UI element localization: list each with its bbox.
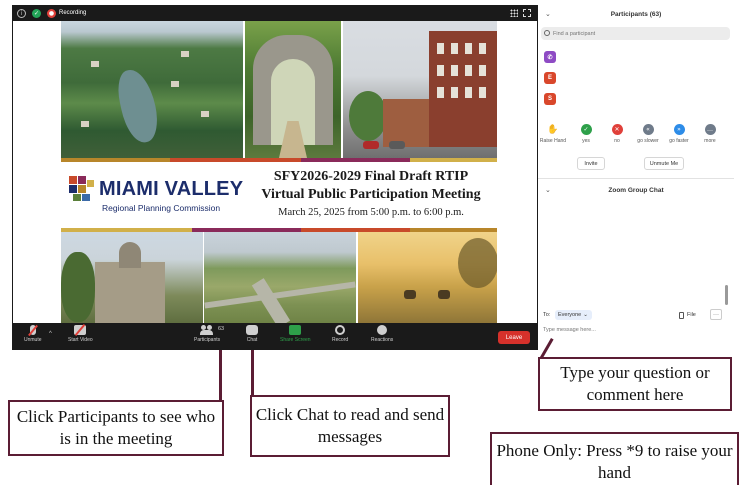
callout-pointer	[219, 350, 222, 402]
participants-panel-header: ⌄ Participants (63)	[538, 6, 734, 24]
chat-panel-header: ⌄ Zoom Group Chat	[538, 182, 734, 200]
file-icon	[679, 311, 684, 319]
rewind-icon: «	[642, 124, 654, 135]
ellipsis-icon: …	[704, 124, 716, 135]
logo-title: MIAMI VALLEY	[99, 178, 244, 200]
search-icon	[544, 30, 550, 36]
chat-message-input[interactable]	[541, 324, 726, 336]
fast-forward-icon: »	[673, 124, 685, 135]
go-slower-button[interactable]: « go slower	[633, 124, 663, 144]
no-button[interactable]: ✕ no	[602, 124, 632, 144]
yes-label: yes	[582, 138, 590, 144]
video-off-icon	[74, 323, 87, 337]
raise-hand-label: Raise Hand	[539, 138, 567, 144]
chat-panel-title: Zoom Group Chat	[608, 187, 664, 194]
reactions-label: Reactions	[371, 337, 394, 343]
phone-icon: ✆	[547, 54, 553, 61]
x-icon: ✕	[611, 124, 623, 135]
courthouse-photo	[61, 232, 203, 323]
horses-photo	[358, 232, 497, 323]
bridge-photo	[245, 21, 341, 158]
more-label: more	[704, 138, 716, 144]
to-label: To:	[543, 312, 551, 318]
no-label: no	[614, 138, 620, 144]
meeting-subtitle: Virtual Public Participation Meeting	[261, 187, 481, 202]
unmute-button[interactable]: Unmute	[24, 324, 42, 343]
phone-callout: Phone Only: Press *9 to raise your hand	[490, 432, 739, 485]
info-icon[interactable]: i	[17, 8, 26, 18]
participant-avatar[interactable]: S	[544, 93, 556, 105]
participants-icon	[200, 325, 214, 335]
question-callout: Type your question or comment here	[538, 357, 732, 411]
chat-label: Chat	[246, 337, 258, 343]
unmute-me-button[interactable]: Unmute Me	[644, 157, 684, 170]
more-button[interactable]: … more	[695, 124, 725, 144]
side-panel: ⌄ Participants (63) ✆ E S ✋ Raise Hand ✓…	[538, 0, 734, 344]
record-button[interactable]: Record	[332, 325, 348, 343]
recording-label: Recording	[59, 10, 87, 16]
file-label: File	[687, 312, 696, 318]
shield-icon[interactable]: ✓	[32, 8, 41, 18]
chat-bubble-icon	[246, 325, 258, 335]
participant-avatar[interactable]: ✆	[544, 51, 556, 63]
caret-up-icon[interactable]: ^	[49, 331, 52, 337]
recipient-value: Everyone	[558, 312, 582, 318]
panel-divider	[538, 178, 734, 179]
meeting-top-bar: i ✓ ● Recording	[12, 5, 538, 21]
meeting-date: March 25, 2025 from 5:00 p.m. to 6:00 p.…	[278, 207, 464, 218]
start-video-label: Start Video	[68, 337, 93, 343]
chevron-down-icon: ⌄	[583, 312, 588, 318]
start-video-button[interactable]: Start Video	[68, 323, 93, 343]
chat-message-area[interactable]	[538, 200, 734, 304]
participants-callout: Click Participants to see who is in the …	[8, 400, 224, 456]
meeting-title: SFY2026-2029 Final Draft RTIP	[273, 169, 469, 184]
participants-label: Participants	[194, 337, 221, 343]
recipient-select[interactable]: Everyone ⌄	[555, 310, 592, 320]
record-label: Record	[332, 337, 349, 343]
record-icon	[335, 325, 346, 335]
fullscreen-icon[interactable]	[523, 9, 531, 17]
file-button[interactable]: File	[679, 310, 696, 320]
chat-scrollbar[interactable]	[725, 285, 728, 305]
reactions-button[interactable]: Reactions	[371, 325, 393, 343]
go-slower-label: go slower	[637, 138, 659, 144]
logo-subtitle: Regional Planning Commission	[102, 203, 221, 213]
chat-button[interactable]: Chat	[246, 325, 258, 343]
go-faster-label: go faster	[669, 138, 689, 144]
callout-pointer	[251, 350, 254, 397]
unmute-label: Unmute	[24, 337, 42, 343]
raise-hand-icon: ✋	[547, 124, 559, 135]
participants-panel-title: Participants (63)	[610, 11, 662, 18]
find-participant-input[interactable]	[541, 27, 730, 40]
grid-icon[interactable]	[510, 9, 518, 17]
brick-street-photo	[343, 21, 497, 158]
share-screen-icon	[289, 325, 302, 335]
farmland-photo	[204, 232, 356, 323]
raise-hand-button[interactable]: ✋ Raise Hand	[538, 124, 568, 145]
zoom-meeting-window: i ✓ ● Recording MIAMI VALLEY Regional Pl…	[12, 5, 538, 350]
meeting-toolbar: Unmute ^ Start Video Participants 63 Cha…	[12, 323, 538, 350]
yes-button[interactable]: ✓ yes	[571, 124, 601, 144]
invite-button[interactable]: Invite	[577, 157, 605, 170]
share-screen-button[interactable]: Share Screen	[280, 325, 311, 343]
share-screen-label: Share Screen	[280, 337, 311, 343]
participants-count: 63	[218, 326, 225, 332]
leave-button[interactable]: Leave	[498, 331, 530, 344]
shared-slide: MIAMI VALLEY Regional Planning Commissio…	[13, 21, 537, 323]
microphone-muted-icon	[27, 324, 38, 337]
chat-callout: Click Chat to read and send messages	[250, 395, 450, 457]
participant-avatar[interactable]: E	[544, 72, 556, 84]
aerial-town-photo	[61, 21, 243, 158]
mvrpc-logo-icon	[69, 176, 94, 201]
recording-icon: ●	[47, 8, 56, 18]
participants-button[interactable]: Participants	[194, 325, 220, 343]
check-icon: ✓	[580, 124, 592, 135]
chat-more-button[interactable]: ···	[710, 309, 722, 320]
decorative-rule	[61, 158, 497, 162]
go-faster-button[interactable]: » go faster	[664, 124, 694, 144]
smiley-icon	[377, 325, 388, 335]
